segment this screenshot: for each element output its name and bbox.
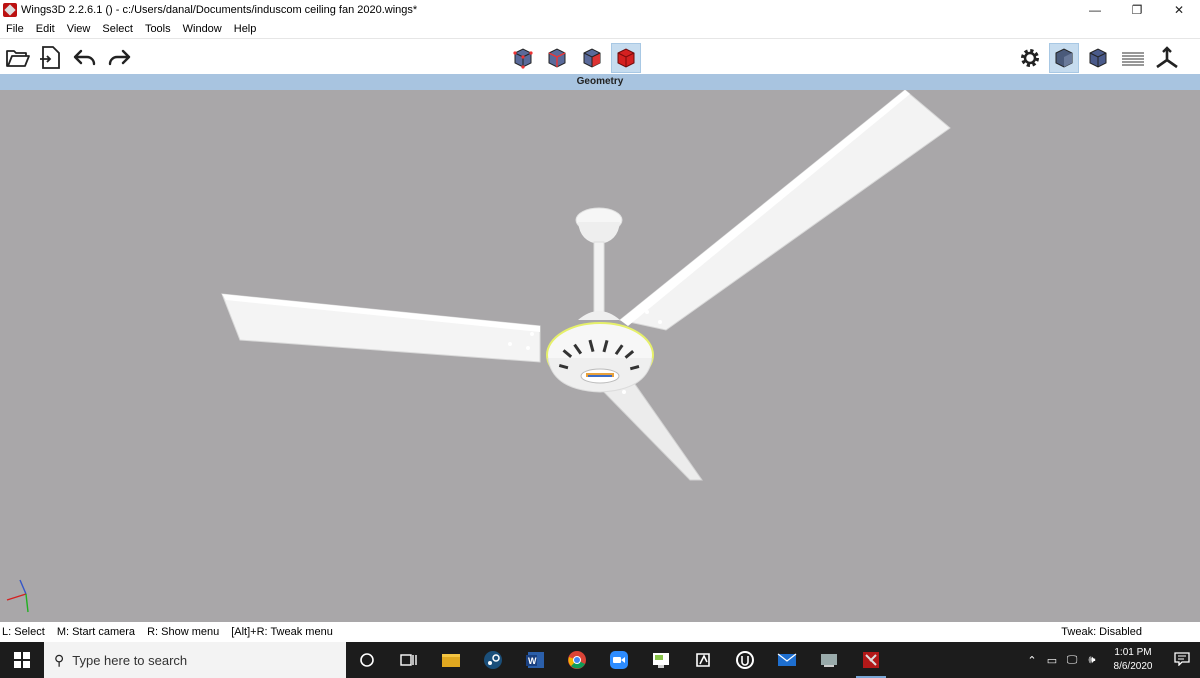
menu-file[interactable]: File [0, 23, 30, 35]
taskbar-search-input[interactable]: ⚲ Type here to search [44, 642, 346, 678]
clock-date: 8/6/2020 [1113, 661, 1153, 672]
ground-plane-icon[interactable] [1118, 43, 1148, 73]
toolbar [0, 38, 1200, 74]
status-hint-select: L: Select [2, 626, 45, 638]
sticky-monitor-icon[interactable] [640, 642, 682, 678]
close-button[interactable]: ✕ [1158, 0, 1200, 20]
face-mode-icon[interactable] [577, 43, 607, 73]
volume-icon[interactable]: 🕪 [1082, 654, 1102, 667]
window-controls: — ❐ ✕ [1074, 0, 1200, 20]
status-bar: L: Select M: Start camera R: Show menu [… [0, 622, 1200, 642]
undo-icon[interactable] [70, 43, 100, 73]
status-hint-menu: R: Show menu [147, 626, 220, 638]
start-windows-icon[interactable] [0, 642, 44, 678]
minimize-button[interactable]: — [1074, 0, 1116, 20]
status-hint-tweak-menu: [Alt]+R: Tweak menu [231, 626, 333, 638]
vertex-mode-icon[interactable] [508, 43, 538, 73]
search-placeholder: Type here to search [72, 652, 188, 668]
chrome-icon[interactable] [556, 642, 598, 678]
file-explorer-icon[interactable] [430, 642, 472, 678]
taskbar-clock[interactable]: 1:01 PM 8/6/2020 [1102, 646, 1164, 674]
gear-icon[interactable] [1015, 43, 1045, 73]
task-view-icon[interactable] [388, 642, 430, 678]
battery-icon[interactable]: ▭ [1042, 654, 1062, 667]
wings3d-taskbar-icon[interactable] [850, 642, 892, 678]
geometry-window-header: Geometry [0, 74, 1200, 90]
chevron-up-icon[interactable]: ⌃ [1022, 654, 1042, 667]
search-icon: ⚲ [54, 651, 65, 668]
windows-taskbar: ⚲ Type here to search W ⌃ ▭ 🖵 🕪 1:01 PM … [0, 642, 1200, 678]
edge-mode-icon[interactable] [542, 43, 572, 73]
body-mode-icon[interactable] [611, 43, 641, 73]
steam-icon[interactable] [472, 642, 514, 678]
wings3d-app-icon [3, 3, 17, 17]
axis-gizmo-icon [6, 579, 29, 613]
menu-select[interactable]: Select [96, 23, 139, 35]
axes-icon[interactable] [1152, 43, 1182, 73]
save-file-icon[interactable] [35, 43, 65, 73]
system-tray: ⌃ ▭ 🖵 🕪 1:01 PM 8/6/2020 [1022, 642, 1200, 678]
ceiling-fan-model[interactable] [0, 90, 1200, 622]
redo-icon[interactable] [104, 43, 134, 73]
clock-time: 1:01 PM [1114, 647, 1152, 658]
menu-tools[interactable]: Tools [139, 23, 177, 35]
open-folder-icon[interactable] [3, 43, 33, 73]
tweak-status: Tweak: Disabled [1061, 626, 1142, 638]
notification-icon[interactable] [1164, 651, 1200, 669]
title-bar: Wings3D 2.2.6.1 () - c:/Users/danal/Docu… [0, 0, 1200, 20]
zoom-icon[interactable] [598, 642, 640, 678]
geometry-viewport[interactable] [0, 90, 1200, 622]
app-icon-11[interactable] [808, 642, 850, 678]
app-icon-8[interactable] [682, 642, 724, 678]
network-icon[interactable]: 🖵 [1062, 654, 1082, 667]
window-title: Wings3D 2.2.6.1 () - c:/Users/danal/Docu… [21, 4, 418, 16]
word-icon[interactable]: W [514, 642, 556, 678]
restore-button[interactable]: ❐ [1116, 0, 1158, 20]
mail-icon[interactable] [766, 642, 808, 678]
unreal-engine-icon[interactable] [724, 642, 766, 678]
cortana-icon[interactable] [346, 642, 388, 678]
menu-bar: File Edit View Select Tools Window Help [0, 20, 1200, 38]
menu-help[interactable]: Help [228, 23, 263, 35]
menu-view[interactable]: View [61, 23, 97, 35]
svg-text:W: W [528, 656, 537, 666]
smooth-shaded-icon[interactable] [1049, 43, 1079, 73]
status-hint-camera: M: Start camera [56, 626, 136, 638]
menu-edit[interactable]: Edit [30, 23, 61, 35]
flat-shaded-icon[interactable] [1083, 43, 1113, 73]
menu-window[interactable]: Window [177, 23, 228, 35]
